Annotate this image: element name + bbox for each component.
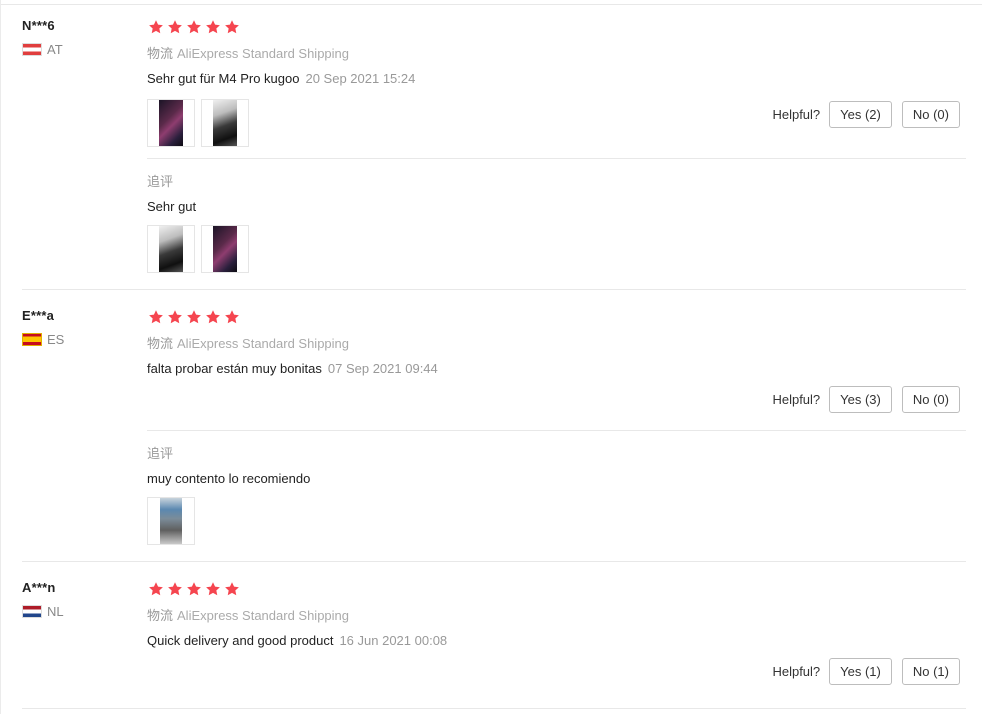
review-photo-thumbnail[interactable] [201,225,249,273]
star-icon [166,19,184,35]
star-icon [147,19,165,35]
review-text-line: Sehr gut für M4 Pro kugoo 20 Sep 2021 15:… [147,71,967,86]
shipping-info: 物流 AliExpress Standard Shipping [147,605,967,624]
star-icon [204,309,222,325]
shipping-info: 物流 AliExpress Standard Shipping [147,43,967,62]
star-icon [204,581,222,597]
product-photo [159,100,183,146]
review-date: 16 Jun 2021 00:08 [339,633,448,648]
reviewer-country: AT [22,42,122,57]
reviewer-country: ES [22,332,122,347]
star-icon [223,581,241,597]
star-rating [147,581,967,597]
star-icon [147,309,165,325]
star-icon [166,309,184,325]
product-photo [213,226,237,272]
additional-review-divider [147,430,966,431]
netherlands-flag-icon [22,605,42,618]
review-photo-thumbnail[interactable] [147,497,195,545]
shipping-info: 物流 AliExpress Standard Shipping [147,333,967,352]
review-photo-thumbnail[interactable] [147,225,195,273]
reviewer-info: E***a ES [22,308,122,347]
review-item: E***a ES 物流 AliExpress Standard Shipping … [0,290,982,562]
helpful-no-button[interactable]: No (0) [901,101,960,128]
reviewer-info: A***n NL [22,580,122,619]
additional-review-text: muy contento lo recomiendo [147,471,311,486]
product-photo [213,100,237,146]
shipping-label: 物流 [147,46,174,61]
helpful-vote: Helpful? Yes (3) No (0) [772,386,960,413]
additional-review-photos [147,497,195,545]
shipping-method: AliExpress Standard Shipping [177,336,350,351]
helpful-vote: Helpful? Yes (2) No (0) [772,101,960,128]
shipping-method: AliExpress Standard Shipping [177,46,350,61]
review-date: 20 Sep 2021 15:24 [305,71,416,86]
review-item: A***n NL 物流 AliExpress Standard Shipping … [0,562,982,714]
review-text: Sehr gut für M4 Pro kugoo [147,71,300,86]
helpful-label: Helpful? [772,107,821,122]
star-icon [223,309,241,325]
helpful-vote: Helpful? Yes (1) No (1) [772,658,960,685]
helpful-label: Helpful? [772,664,821,679]
star-rating [147,19,967,35]
star-icon [185,581,203,597]
review-text: Quick delivery and good product [147,633,334,648]
additional-review-label: 追评 [147,446,174,461]
star-icon [185,19,203,35]
helpful-label: Helpful? [772,392,821,407]
review-body: 物流 AliExpress Standard Shipping falta pro… [147,309,967,376]
reviewer-name: E***a [22,308,55,323]
review-photo-thumbnail[interactable] [147,99,195,147]
star-icon [223,19,241,35]
additional-review-label: 追评 [147,174,174,189]
additional-review-text: Sehr gut [147,199,197,214]
star-icon [185,309,203,325]
reviewer-name: N***6 [22,18,55,33]
helpful-yes-button[interactable]: Yes (3) [829,386,892,413]
product-photo [160,498,182,544]
star-icon [204,19,222,35]
additional-review-divider [147,158,966,159]
review-separator [22,708,966,709]
country-code: ES [47,332,65,347]
additional-review-photos [147,225,249,273]
shipping-label: 物流 [147,608,174,623]
country-code: AT [47,42,63,57]
reviewer-country: NL [22,604,122,619]
reviewer-name: A***n [22,580,56,595]
review-item: N***6 AT 物流 AliExpress Standard Shipping … [0,0,982,290]
review-date: 07 Sep 2021 09:44 [327,361,438,376]
review-text-line: falta probar están muy bonitas 07 Sep 202… [147,361,967,376]
review-text: falta probar están muy bonitas [147,361,322,376]
review-photo-thumbnail[interactable] [201,99,249,147]
helpful-no-button[interactable]: No (1) [901,658,960,685]
product-photo [159,226,183,272]
review-text-line: Quick delivery and good product 16 Jun 20… [147,633,967,648]
shipping-method: AliExpress Standard Shipping [177,608,350,623]
country-code: NL [47,604,64,619]
shipping-label: 物流 [147,336,174,351]
helpful-yes-button[interactable]: Yes (1) [829,658,892,685]
star-icon [147,581,165,597]
reviewer-info: N***6 AT [22,18,122,57]
austria-flag-icon [22,43,42,56]
helpful-yes-button[interactable]: Yes (2) [829,101,892,128]
spain-flag-icon [22,333,42,346]
star-rating [147,309,967,325]
star-icon [166,581,184,597]
helpful-no-button[interactable]: No (0) [901,386,960,413]
review-body: 物流 AliExpress Standard Shipping Quick del… [147,581,967,648]
